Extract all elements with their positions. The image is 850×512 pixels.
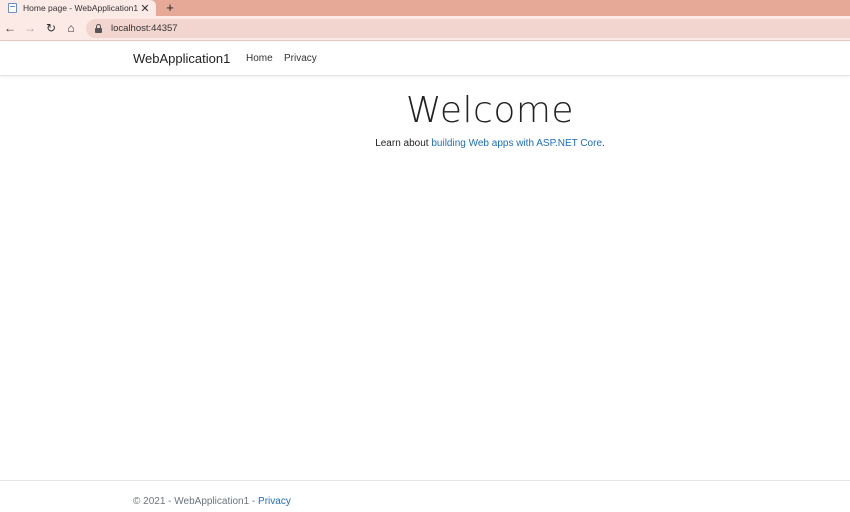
site-footer: © 2021 - WebApplication1 - Privacy <box>0 480 850 512</box>
page-favicon-icon <box>8 3 17 13</box>
browser-tab-home[interactable]: Home page - WebApplication1 ✕ <box>0 0 156 16</box>
close-tab-icon[interactable]: ✕ <box>138 2 152 15</box>
footer-copyright: © 2021 - WebApplication1 - <box>133 496 259 507</box>
page-heading: Welcome <box>405 90 575 131</box>
footer-privacy-link[interactable]: Privacy <box>258 496 291 507</box>
nav-link-privacy[interactable]: Privacy <box>284 53 317 64</box>
aspnet-docs-link[interactable]: building Web apps with ASP.NET Core <box>431 138 602 149</box>
footer-text: © 2021 - WebApplication1 - Privacy <box>133 496 291 507</box>
back-icon[interactable]: ← <box>1 20 19 36</box>
browser-tab-strip: Home page - WebApplication1 ✕ + <box>0 0 850 16</box>
reload-icon[interactable]: ↻ <box>42 20 60 36</box>
address-bar[interactable]: localhost:44357 <box>86 19 850 38</box>
tab-title: Home page - WebApplication1 <box>23 3 138 13</box>
site-navbar: WebApplication1 Home Privacy <box>0 42 850 76</box>
home-icon[interactable]: ⌂ <box>62 20 80 36</box>
nav-link-home[interactable]: Home <box>246 53 273 64</box>
lock-icon[interactable] <box>95 24 102 33</box>
learn-prefix: Learn about <box>375 138 432 149</box>
learn-suffix: . <box>602 138 605 149</box>
forward-icon[interactable]: → <box>21 20 39 36</box>
browser-toolbar: ← → ↻ ⌂ localhost:44357 <box>0 16 850 41</box>
learn-about-text: Learn about building Web apps with ASP.N… <box>0 138 850 149</box>
new-tab-button[interactable]: + <box>163 0 177 16</box>
url-text[interactable]: localhost:44357 <box>111 23 178 34</box>
navbar-brand[interactable]: WebApplication1 <box>133 51 230 66</box>
